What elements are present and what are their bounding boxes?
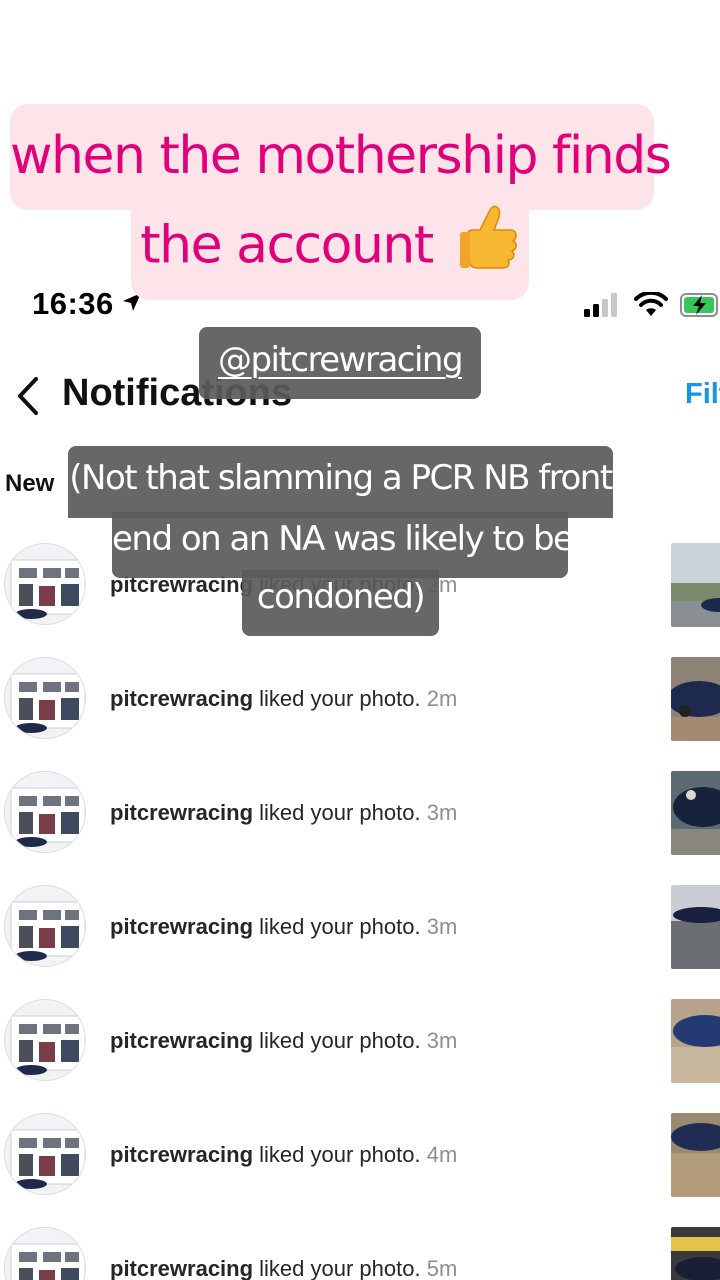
notification-time: 3m xyxy=(420,800,458,825)
notification-time: 2m xyxy=(420,686,458,711)
notification-time: 5m xyxy=(420,1256,458,1280)
avatar[interactable] xyxy=(4,1113,86,1195)
story-caption-line2: the account xyxy=(131,204,529,300)
story-caption-line1-text: when the mothership finds xyxy=(10,126,672,186)
story-note-line1: (Not that slamming a PCR NB front xyxy=(68,446,613,518)
notification-text: pitcrewracing liked your photo. 4m xyxy=(110,1142,457,1168)
avatar[interactable] xyxy=(4,543,86,625)
avatar[interactable] xyxy=(4,1227,86,1280)
avatar[interactable] xyxy=(4,999,86,1081)
story-caption-line2-text: the account xyxy=(140,215,434,276)
photo-thumbnail[interactable] xyxy=(671,771,720,855)
avatar[interactable] xyxy=(4,771,86,853)
story-caption-line1: when the mothership finds xyxy=(10,104,672,210)
notification-text: pitcrewracing liked your photo. 3m xyxy=(110,914,457,940)
notification-username[interactable]: pitcrewracing xyxy=(110,1028,253,1053)
notification-row[interactable]: pitcrewracing liked your photo. 4m xyxy=(0,1113,720,1223)
notification-username[interactable]: pitcrewracing xyxy=(110,914,253,939)
story-note-line2: end on an NA was likely to be xyxy=(112,512,574,578)
notification-time: 4m xyxy=(420,1142,458,1167)
notification-action: liked your photo. xyxy=(253,1028,421,1053)
photo-thumbnail[interactable] xyxy=(671,657,720,741)
notification-time: 3m xyxy=(420,914,458,939)
notification-row[interactable]: pitcrewracing liked your photo. 5m xyxy=(0,1227,720,1280)
avatar[interactable] xyxy=(4,657,86,739)
notification-action: liked your photo. xyxy=(253,686,421,711)
notification-username[interactable]: pitcrewracing xyxy=(110,686,253,711)
notification-text: pitcrewracing liked your photo. 2m xyxy=(110,686,457,712)
photo-thumbnail[interactable] xyxy=(671,999,720,1083)
notification-text: pitcrewracing liked your photo. 3m xyxy=(110,800,457,826)
story-note-line3: condoned) xyxy=(242,570,439,636)
notification-action: liked your photo. xyxy=(253,914,421,939)
notification-username[interactable]: pitcrewracing xyxy=(110,800,253,825)
photo-thumbnail[interactable] xyxy=(671,885,720,969)
notification-row[interactable]: pitcrewracing liked your photo. 2m xyxy=(0,657,720,767)
notification-action: liked your photo. xyxy=(253,1256,421,1280)
notification-action: liked your photo. xyxy=(253,800,421,825)
notification-action: liked your photo. xyxy=(253,1142,421,1167)
notification-row[interactable]: pitcrewracing liked your photo. 3m xyxy=(0,885,720,995)
mention-sticker[interactable]: @pitcrewracing xyxy=(199,327,481,399)
notification-row[interactable]: pitcrewracing liked your photo. 3m xyxy=(0,771,720,881)
notification-text: pitcrewracing liked your photo. 5m xyxy=(110,1256,457,1280)
photo-thumbnail[interactable] xyxy=(671,543,720,627)
notification-time: 3m xyxy=(420,1028,458,1053)
notification-username[interactable]: pitcrewracing xyxy=(110,1142,253,1167)
thumbs-up-icon xyxy=(458,204,520,293)
notification-row[interactable]: pitcrewracing liked your photo. 3m xyxy=(0,999,720,1109)
notification-text: pitcrewracing liked your photo. 3m xyxy=(110,1028,457,1054)
photo-thumbnail[interactable] xyxy=(671,1113,720,1197)
avatar[interactable] xyxy=(4,885,86,967)
notification-username[interactable]: pitcrewracing xyxy=(110,1256,253,1280)
photo-thumbnail[interactable] xyxy=(671,1227,720,1280)
